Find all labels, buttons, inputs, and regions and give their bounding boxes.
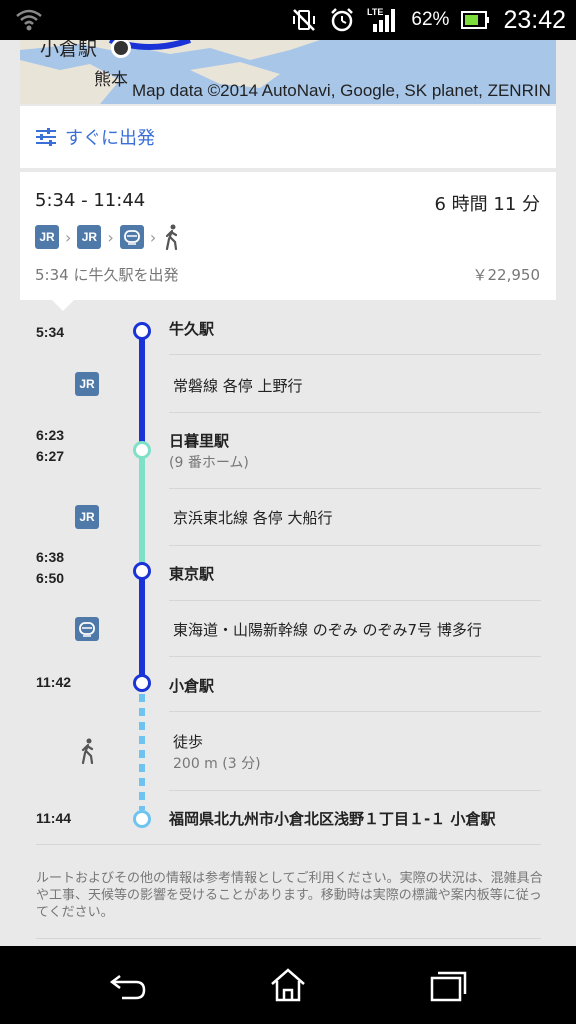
alarm-icon <box>331 8 354 32</box>
leg-line[interactable]: 常磐線 各停 上野行 <box>173 375 303 396</box>
svg-text:LTE: LTE <box>367 7 383 17</box>
divider <box>36 938 541 939</box>
route-timeline: 5:34 牛久駅 JR 常磐線 各停 上野行 6:23 6:27 日暮里駅 (9… <box>20 310 556 946</box>
transit-icons: JR › JR › › <box>35 224 182 250</box>
depart-info: 5:34 に牛久駅を出発 <box>35 266 179 284</box>
battery-percent: 62% <box>411 9 450 30</box>
chevron-right-icon: › <box>149 227 157 247</box>
map-label-kokura: 小倉駅 <box>40 40 98 60</box>
divider <box>169 711 541 712</box>
depart-option-label: すぐに出発 <box>65 128 155 149</box>
divider <box>36 844 541 845</box>
status-bar: LTE 62% 23:42 <box>0 0 576 40</box>
time-range: 5:34 - 11:44 <box>35 190 146 211</box>
back-icon[interactable] <box>106 966 150 1004</box>
line-segment-keihin-tohoku <box>139 450 145 571</box>
divider <box>169 354 541 355</box>
stop-name[interactable]: 牛久駅 <box>169 318 214 339</box>
stop-arrival-time: 6:23 <box>36 427 65 443</box>
destination-address[interactable]: 福岡県北九州市小倉北区浅野１丁目１-１ 小倉駅 <box>169 808 495 829</box>
stop-name[interactable]: 東京駅 <box>169 563 214 584</box>
stop-departure-time: 6:50 <box>36 570 65 586</box>
stop-departure-time: 6:27 <box>36 448 65 464</box>
leg-line[interactable]: 東海道・山陽新幹線 のぞみ のぞみ7号 博多行 <box>173 619 482 640</box>
divider <box>169 600 541 601</box>
divider <box>169 790 541 791</box>
stop-node <box>133 674 151 692</box>
line-segment-walk <box>139 694 145 810</box>
leg-walk[interactable]: 徒歩 <box>173 731 203 752</box>
stop-time: 11:42 <box>36 674 72 690</box>
leg-line[interactable]: 京浜東北線 各停 大船行 <box>173 507 333 528</box>
clock: 23:42 <box>503 5 566 34</box>
divider <box>169 412 541 413</box>
walk-icon <box>166 224 178 250</box>
jr-icon: JR <box>77 225 102 249</box>
wifi-icon <box>16 9 42 31</box>
divider <box>169 488 541 489</box>
stop-name[interactable]: 小倉駅 <box>169 675 214 696</box>
jr-icon: JR <box>75 505 99 529</box>
line-segment-joban <box>139 331 145 450</box>
battery-icon <box>461 11 490 29</box>
walk-detail: 200 m (3 分) <box>173 756 261 772</box>
stop-node <box>133 810 151 828</box>
arrival-time: 11:44 <box>36 810 72 826</box>
navigation-bar <box>0 946 576 1024</box>
divider <box>169 545 541 546</box>
fare: ￥22,950 <box>472 266 541 284</box>
stop-node <box>133 322 151 340</box>
stop-name[interactable]: 日暮里駅 <box>169 430 229 451</box>
platform-note: (9 番ホーム) <box>169 455 249 471</box>
line-segment-shinkansen <box>139 571 145 683</box>
chevron-right-icon: › <box>65 227 72 247</box>
shinkansen-icon <box>75 617 99 641</box>
jr-icon: JR <box>35 225 59 249</box>
map-label-kumamoto: 熊本 <box>94 70 128 90</box>
divider <box>169 656 541 657</box>
signal-icon: LTE <box>367 7 396 32</box>
tune-icon <box>36 128 56 146</box>
home-icon[interactable] <box>266 966 310 1004</box>
recent-apps-icon[interactable] <box>426 966 470 1004</box>
shinkansen-icon <box>119 225 144 249</box>
vibrate-off-icon <box>293 9 316 31</box>
chevron-right-icon: › <box>107 227 114 247</box>
route-map[interactable]: 小倉駅 熊本 Map data ©2014 AutoNavi, Google, … <box>20 40 556 104</box>
jr-icon: JR <box>75 372 99 396</box>
map-attribution: Map data ©2014 AutoNavi, Google, SK plan… <box>132 81 551 100</box>
stop-arrival-time: 6:38 <box>36 549 65 565</box>
depart-option-button[interactable]: すぐに出発 <box>20 106 556 168</box>
disclaimer: ルートおよびその他の情報は参考情報としてご利用ください。実際の状況は、混雑具合や… <box>36 871 543 920</box>
route-summary[interactable]: 5:34 - 11:44 6 時間 11 分 JR › JR › › 5:34 … <box>20 172 556 300</box>
walk-icon <box>81 738 94 764</box>
stop-time: 5:34 <box>36 324 65 340</box>
stop-node <box>133 441 151 459</box>
duration: 6 時間 11 分 <box>434 194 540 215</box>
stop-node <box>133 562 151 580</box>
